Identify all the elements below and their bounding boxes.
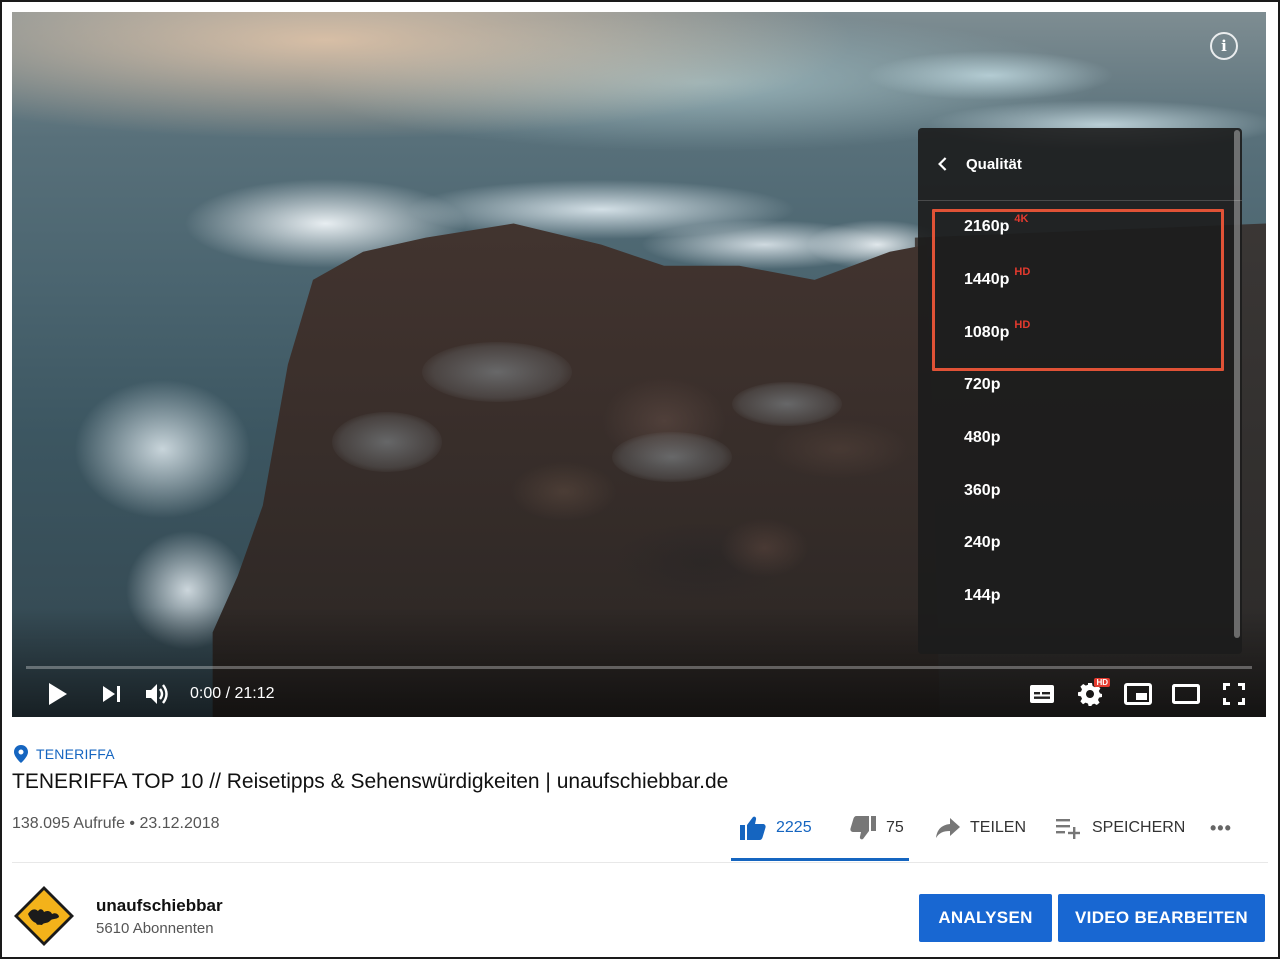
quality-option-144p[interactable]: 144p — [918, 570, 1242, 623]
subtitles-icon — [1030, 685, 1054, 703]
player-controls: 0:00 / 21:12 HD — [12, 674, 1266, 714]
hd-badge: HD — [1094, 678, 1110, 687]
play-button[interactable] — [38, 674, 78, 714]
tide-pool — [732, 382, 842, 426]
theater-mode-button[interactable] — [1166, 674, 1206, 714]
video-player[interactable]: i Qualität 2160p 4K 1440p HD 1080p HD 720p … — [12, 12, 1266, 717]
info-icon[interactable]: i — [1210, 32, 1238, 60]
dislike-button[interactable]: 75 — [850, 816, 930, 840]
channel-name[interactable]: unaufschiebbar — [96, 896, 223, 916]
quality-option-label: 360p — [964, 481, 1001, 499]
quality-menu-title: Qualität — [966, 155, 1022, 173]
quality-option-360p[interactable]: 360p — [918, 464, 1242, 517]
tide-pool — [612, 432, 732, 482]
share-icon — [936, 818, 960, 838]
controls-right: HD — [1022, 674, 1254, 714]
volume-button[interactable] — [138, 674, 178, 714]
divider — [12, 862, 1268, 863]
playlist-add-icon — [1056, 819, 1080, 839]
location-pin-icon — [14, 745, 28, 763]
quality-menu: Qualität 2160p 4K 1440p HD 1080p HD 720p 48… — [918, 128, 1242, 654]
quality-option-label: 480p — [964, 429, 1001, 447]
more-actions-button[interactable]: ••• — [1210, 818, 1232, 839]
edit-video-button[interactable]: VIDEO BEARBEITEN — [1058, 894, 1265, 942]
volume-icon — [146, 684, 168, 704]
quality-menu-back[interactable]: Qualität — [918, 128, 1242, 201]
like-ratio-bar — [731, 858, 909, 861]
quality-option-list: 2160p 4K 1440p HD 1080p HD 720p 480p 360p 2… — [918, 201, 1242, 623]
fullscreen-button[interactable] — [1214, 674, 1254, 714]
save-label: SPEICHERN — [1092, 819, 1186, 836]
channel-text: unaufschiebbar 5610 Abonnenten — [96, 896, 223, 937]
like-button[interactable]: 2225 — [740, 816, 836, 840]
miniplayer-icon — [1124, 683, 1152, 705]
channel-avatar[interactable] — [12, 884, 76, 948]
subscriber-count: 5610 Abonnenten — [96, 919, 214, 937]
miniplayer-button[interactable] — [1118, 674, 1158, 714]
next-button[interactable] — [92, 674, 132, 714]
time-display: 0:00 / 21:12 — [190, 685, 275, 702]
play-icon — [49, 683, 67, 705]
action-bar: 2225 75 TEILEN SPEICHERN ••• — [740, 812, 1232, 844]
theater-icon — [1172, 684, 1200, 704]
quality-option-label: 144p — [964, 587, 1001, 605]
share-label: TEILEN — [970, 819, 1027, 836]
video-title: TENERIFFA TOP 10 // Reisetipps & Sehensw… — [12, 770, 729, 793]
settings-button[interactable]: HD — [1070, 674, 1110, 714]
highlight-box — [932, 209, 1224, 371]
location-link[interactable]: TENERIFFA — [14, 745, 115, 763]
menu-scrollbar[interactable] — [1234, 130, 1240, 638]
chevron-left-icon — [938, 157, 947, 171]
dislike-count: 75 — [886, 819, 904, 836]
save-button[interactable]: SPEICHERN — [1056, 817, 1196, 839]
share-button[interactable]: TEILEN — [936, 818, 1056, 838]
tide-pool — [332, 412, 442, 472]
like-count: 2225 — [776, 819, 812, 836]
quality-option-480p[interactable]: 480p — [918, 412, 1242, 465]
skip-next-icon — [103, 686, 120, 702]
subtitles-button[interactable] — [1022, 674, 1062, 714]
quality-badge: HD — [1014, 266, 1031, 279]
quality-badge: 4K — [1014, 213, 1029, 226]
tide-pool — [422, 342, 572, 402]
analytics-button[interactable]: ANALYSEN — [919, 894, 1052, 942]
quality-option-240p[interactable]: 240p — [918, 517, 1242, 570]
more-icon: ••• — [1210, 817, 1232, 838]
quality-option-label: 240p — [964, 534, 1001, 552]
video-meta: 138.095 Aufrufe • 23.12.2018 — [12, 815, 220, 832]
location-label: TENERIFFA — [36, 746, 115, 762]
thumbs-down-icon — [850, 816, 876, 840]
fullscreen-icon — [1223, 683, 1245, 705]
quality-option-label: 720p — [964, 376, 1001, 394]
progress-bar[interactable] — [26, 666, 1252, 669]
channel-info: unaufschiebbar 5610 Abonnenten — [12, 884, 223, 948]
quality-badge: HD — [1014, 318, 1031, 331]
thumbs-up-icon — [740, 816, 766, 840]
